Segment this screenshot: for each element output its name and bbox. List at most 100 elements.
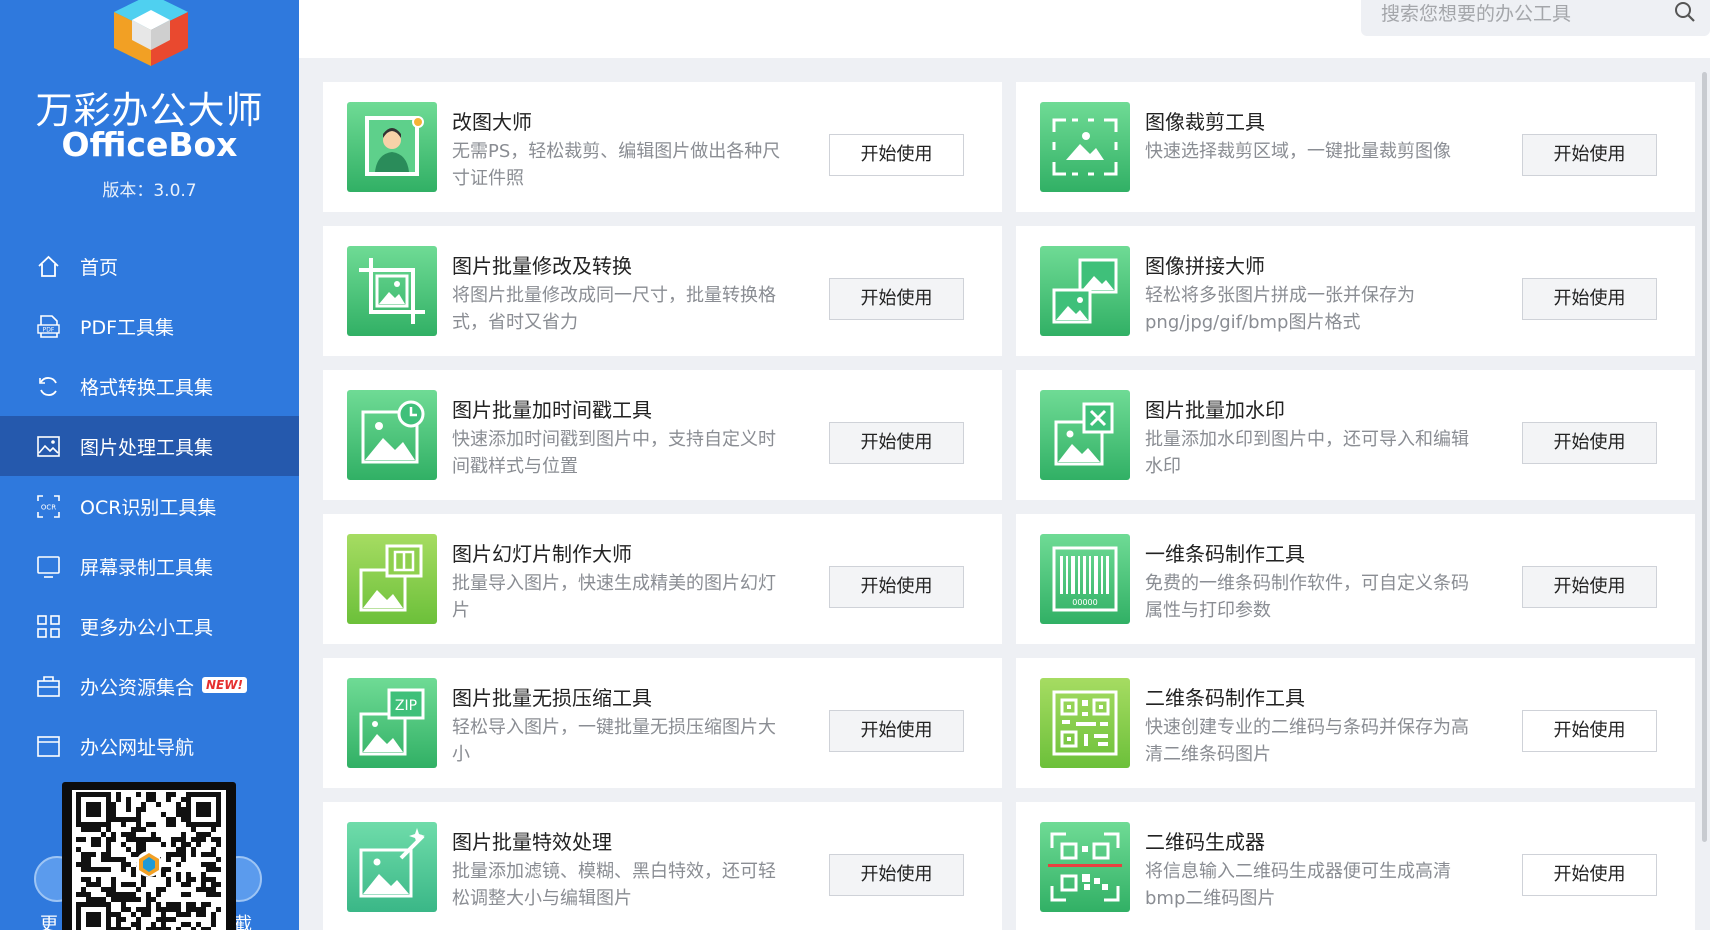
sidebar-item-format-convert[interactable]: 格式转换工具集	[0, 356, 299, 416]
grid-icon	[37, 615, 60, 638]
tool-card: 二维条码制作工具 快速创建专业的二维码与条码并保存为高清二维条码图片 开始使用	[1016, 658, 1695, 788]
start-button[interactable]: 开始使用	[1522, 422, 1657, 464]
tool-desc: 快速选择裁剪区域，一键批量裁剪图像	[1145, 141, 1451, 162]
tool-desc: 轻松将多张图片拼成一张并保存为png/jpg/gif/bmp图片格式	[1145, 285, 1415, 333]
portrait-icon[interactable]	[347, 102, 437, 192]
tool-card: 图片幻灯片制作大师 批量导入图片，快速生成精美的图片幻灯片 开始使用	[323, 514, 1002, 644]
tool-title: 一维条码制作工具	[1145, 542, 1305, 566]
tool-card: 改图大师 无需PS，轻松裁剪、编辑图片做出各种尺寸证件照 开始使用	[323, 82, 1002, 212]
refresh-icon	[39, 377, 57, 396]
app-version: 版本：3.0.7	[102, 181, 197, 201]
start-button[interactable]: 开始使用	[1522, 278, 1657, 320]
tool-card: 图片批量特效处理 批量添加滤镜、模糊、黑白特效，还可轻松调整大小与编辑图片 开始…	[323, 802, 1002, 930]
barcode-icon[interactable]: 00000	[1040, 534, 1130, 624]
tool-desc: 无需PS，轻松裁剪、编辑图片做出各种尺寸证件照	[452, 141, 781, 189]
qrcode-icon	[72, 790, 226, 930]
search-icon[interactable]	[1672, 0, 1698, 26]
sidebar-item-image-tools[interactable]: 图片处理工具集	[0, 416, 299, 476]
image-icon	[37, 436, 60, 457]
svg-text:ZIP: ZIP	[395, 698, 417, 714]
start-button[interactable]: 开始使用	[1522, 854, 1657, 896]
home-icon	[38, 255, 59, 277]
watermark-image-icon[interactable]	[1040, 390, 1130, 480]
sidebar-item-resources[interactable]: 办公资源集合 NEW!	[0, 656, 299, 716]
search-input[interactable]	[1381, 0, 1661, 28]
zip-image-icon[interactable]: ZIP	[347, 678, 437, 768]
effects-image-icon[interactable]	[347, 822, 437, 912]
tool-desc: 快速创建专业的二维码与条码并保存为高清二维条码图片	[1145, 717, 1469, 765]
search-box[interactable]	[1361, 0, 1710, 36]
ocr-icon: OCR	[37, 495, 60, 518]
tool-title: 二维码生成器	[1145, 830, 1265, 854]
sidebar-item-label: PDF工具集	[80, 317, 175, 339]
tool-title: 图像拼接大师	[1145, 254, 1265, 278]
sidebar-item-screen-record[interactable]: 屏幕录制工具集	[0, 536, 299, 596]
screenshot-label: 截	[234, 914, 252, 930]
tool-card: 00000 一维条码制作工具 免费的一维条码制作软件，可自定义条码属性与打印参数…	[1016, 514, 1695, 644]
sidebar-item-ocr[interactable]: OCR OCR识别工具集	[0, 476, 299, 536]
tool-desc: 快速添加时间戳到图片中，支持自定义时间戳样式与位置	[452, 429, 776, 477]
tool-desc: 批量导入图片，快速生成精美的图片幻灯片	[452, 573, 776, 621]
tool-title: 图片批量加时间戳工具	[452, 398, 652, 422]
start-button[interactable]: 开始使用	[829, 278, 964, 320]
tool-card: 二维码生成器 将信息输入二维码生成器便可生成高清bmp二维码图片 开始使用	[1016, 802, 1695, 930]
sidebar-item-label: OCR识别工具集	[80, 497, 217, 519]
sidebar-item-web-nav[interactable]: 办公网址导航	[0, 716, 299, 776]
sidebar-item-label: 更多办公小工具	[80, 617, 214, 639]
qrcode-barcode-icon[interactable]	[1040, 678, 1130, 768]
start-button[interactable]: 开始使用	[1522, 710, 1657, 752]
tool-title: 图片批量加水印	[1145, 398, 1285, 422]
tool-card: 图像裁剪工具 快速选择裁剪区域，一键批量裁剪图像 开始使用	[1016, 82, 1695, 212]
tool-title: 改图大师	[452, 110, 532, 134]
new-badge: NEW!	[202, 677, 247, 693]
tool-title: 图片批量特效处理	[452, 830, 612, 854]
stitch-images-icon[interactable]	[1040, 246, 1130, 336]
tool-desc: 批量添加水印到图片中，还可导入和编辑水印	[1145, 429, 1469, 477]
tool-card: 图片批量修改及转换 将图片批量修改成同一尺寸，批量转换格式，省时又省力 开始使用	[323, 226, 1002, 356]
sidebar-item-label: 格式转换工具集	[80, 377, 214, 399]
sidebar-item-more-tools[interactable]: 更多办公小工具	[0, 596, 299, 656]
tool-card: ZIP 图片批量无损压缩工具 轻松导入图片，一键批量无损压缩图片大小 开始使用	[323, 658, 1002, 788]
tool-title: 图片批量修改及转换	[452, 254, 632, 278]
briefcase-icon	[37, 676, 60, 697]
svg-text:PDF: PDF	[43, 327, 55, 334]
tool-title: 图片幻灯片制作大师	[452, 542, 632, 566]
start-button[interactable]: 开始使用	[829, 854, 964, 896]
crop-image-icon[interactable]	[347, 246, 437, 336]
tool-desc: 免费的一维条码制作软件，可自定义条码属性与打印参数	[1145, 573, 1469, 621]
svg-text:00000: 00000	[1072, 598, 1097, 607]
qrcode-scan-icon[interactable]	[1040, 822, 1130, 912]
tool-card: 图片批量加时间戳工具 快速添加时间戳到图片中，支持自定义时间戳样式与位置 开始使…	[323, 370, 1002, 500]
tool-title: 图片批量无损压缩工具	[452, 686, 652, 710]
start-button[interactable]: 开始使用	[829, 566, 964, 608]
tool-desc: 轻松导入图片，一键批量无损压缩图片大小	[452, 717, 776, 765]
slideshow-image-icon[interactable]	[347, 534, 437, 624]
sidebar-item-label: 首页	[80, 257, 119, 279]
tool-title: 二维条码制作工具	[1145, 686, 1305, 710]
start-button[interactable]: 开始使用	[829, 710, 964, 752]
app-logo-icon	[114, 0, 188, 66]
timestamp-image-icon[interactable]	[347, 390, 437, 480]
start-button[interactable]: 开始使用	[829, 134, 964, 176]
sidebar-item-label: 屏幕录制工具集	[80, 557, 214, 579]
browser-icon	[37, 736, 60, 757]
sidebar-item-pdf[interactable]: PDF PDF工具集	[0, 296, 299, 356]
qrcode-popup	[62, 782, 236, 930]
scrollbar[interactable]	[1702, 72, 1707, 842]
sidebar-item-label: 图片处理工具集	[80, 437, 214, 459]
tool-card: 图片批量加水印 批量添加水印到图片中，还可导入和编辑水印 开始使用	[1016, 370, 1695, 500]
tool-desc: 将图片批量修改成同一尺寸，批量转换格式，省时又省力	[452, 285, 776, 333]
tool-card: 图像拼接大师 轻松将多张图片拼成一张并保存为png/jpg/gif/bmp图片格…	[1016, 226, 1695, 356]
update-label: 更	[40, 914, 58, 930]
start-button[interactable]: 开始使用	[829, 422, 964, 464]
start-button[interactable]: 开始使用	[1522, 566, 1657, 608]
crop-frame-icon[interactable]	[1040, 102, 1130, 192]
tool-desc: 将信息输入二维码生成器便可生成高清bmp二维码图片	[1145, 861, 1451, 909]
sidebar: 万彩办公大师 OfficeBox 版本：3.0.7 首页 PDF PDF工具集 …	[0, 0, 299, 930]
sidebar-item-label: 办公资源集合	[80, 677, 195, 699]
app-subtitle: OfficeBox	[61, 125, 238, 164]
sidebar-item-label: 办公网址导航	[80, 737, 195, 759]
start-button[interactable]: 开始使用	[1522, 134, 1657, 176]
sidebar-item-home[interactable]: 首页	[0, 236, 299, 296]
pdf-icon: PDF	[37, 315, 60, 338]
